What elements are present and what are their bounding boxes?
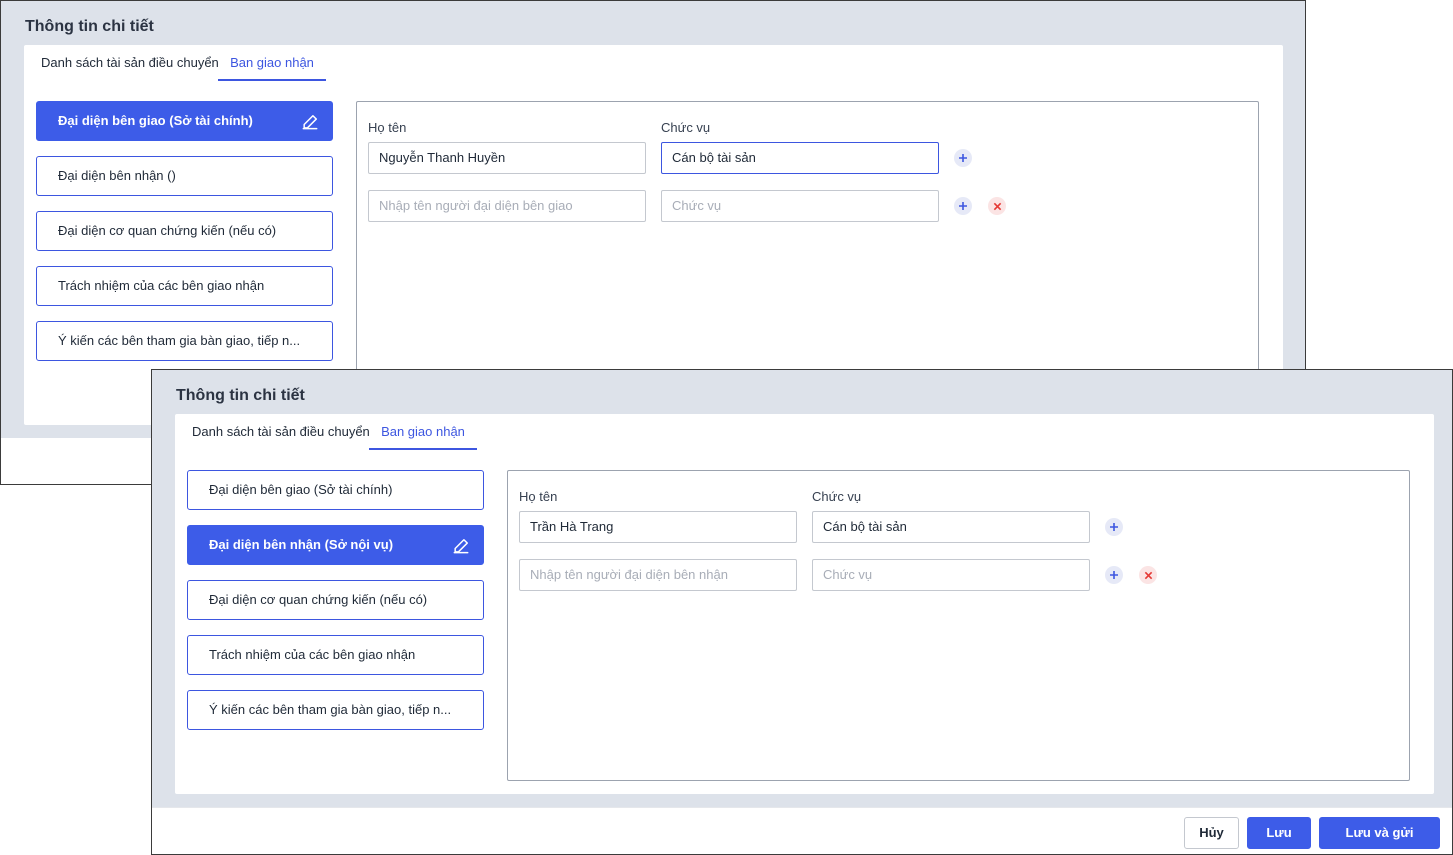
save-button[interactable]: Lưu: [1247, 817, 1311, 849]
panel-title: Thông tin chi tiết: [176, 387, 305, 404]
close-icon: [993, 202, 1001, 210]
detail-card: Danh sách tài sản điều chuyển Ban giao n…: [175, 414, 1434, 794]
tab-bar: Danh sách tài sản điều chuyển Ban giao n…: [24, 45, 1283, 81]
menu-item-opinions[interactable]: Ý kiến các bên tham gia bàn giao, tiếp n…: [187, 690, 484, 730]
position-label: Chức vụ: [661, 120, 711, 135]
tab-handover-board[interactable]: Ban giao nhận: [369, 424, 477, 450]
detail-panel-front: Thông tin chi tiết Danh sách tài sản điề…: [151, 369, 1453, 855]
section-menu: Đại diện bên giao (Sở tài chính) Đại diệ…: [187, 470, 484, 745]
name-label: Họ tên: [368, 120, 407, 135]
remove-row-button[interactable]: [1139, 566, 1157, 584]
detail-card: Danh sách tài sản điều chuyển Ban giao n…: [24, 45, 1283, 431]
footer-bar: Hủy Lưu Lưu và gửi: [152, 807, 1452, 854]
menu-item-giver-rep[interactable]: Đại diện bên giao (Sở tài chính): [187, 470, 484, 510]
menu-item-receiver-rep[interactable]: Đại diện bên nhận (Sở nội vụ): [187, 525, 484, 565]
menu-item-label: Đại diện bên nhận (Sở nội vụ): [209, 537, 394, 552]
panel-title: Thông tin chi tiết: [25, 18, 154, 35]
menu-item-label: Trách nhiệm của các bên giao nhận: [58, 278, 265, 293]
position-field[interactable]: Cán bộ tài sản: [661, 142, 939, 174]
menu-item-responsibilities[interactable]: Trách nhiệm của các bên giao nhận: [36, 266, 333, 306]
representative-form: Họ tên Chức vụ Trần Hà Trang Cán bộ tài …: [507, 470, 1410, 781]
add-row-button[interactable]: [954, 197, 972, 215]
close-icon: [1144, 571, 1152, 579]
menu-item-label: Trách nhiệm của các bên giao nhận: [209, 647, 416, 662]
plus-icon: [959, 202, 967, 210]
menu-item-label: Đại diện bên nhận (): [58, 168, 176, 183]
menu-item-receiver-rep[interactable]: Đại diện bên nhận (): [36, 156, 333, 196]
menu-item-label: Đại diện bên giao (Sở tài chính): [58, 113, 253, 128]
pencil-edit-icon[interactable]: [300, 112, 320, 132]
name-field[interactable]: Trần Hà Trang: [519, 511, 797, 543]
menu-item-label: Đại diện cơ quan chứng kiến (nếu có): [209, 592, 428, 607]
tab-asset-list[interactable]: Danh sách tài sản điều chuyển: [41, 55, 219, 79]
menu-item-label: Ý kiến các bên tham gia bàn giao, tiếp n…: [58, 333, 301, 348]
cancel-button[interactable]: Hủy: [1184, 817, 1239, 849]
add-row-button[interactable]: [1105, 566, 1123, 584]
position-field[interactable]: Chức vụ: [812, 559, 1090, 591]
menu-item-opinions[interactable]: Ý kiến các bên tham gia bàn giao, tiếp n…: [36, 321, 333, 361]
position-field[interactable]: Chức vụ: [661, 190, 939, 222]
menu-item-giver-rep[interactable]: Đại diện bên giao (Sở tài chính): [36, 101, 333, 141]
menu-item-responsibilities[interactable]: Trách nhiệm của các bên giao nhận: [187, 635, 484, 675]
name-field[interactable]: Nhập tên người đại diện bên nhận: [519, 559, 797, 591]
tab-asset-list[interactable]: Danh sách tài sản điều chuyển: [192, 424, 370, 448]
plus-icon: [1110, 523, 1118, 531]
name-label: Họ tên: [519, 489, 558, 504]
plus-icon: [959, 154, 967, 162]
menu-item-label: Đại diện bên giao (Sở tài chính): [209, 482, 393, 497]
menu-item-label: Đại diện cơ quan chứng kiến (nếu có): [58, 223, 277, 238]
position-label: Chức vụ: [812, 489, 862, 504]
add-row-button[interactable]: [1105, 518, 1123, 536]
remove-row-button[interactable]: [988, 197, 1006, 215]
plus-icon: [1110, 571, 1118, 579]
tab-bar: Danh sách tài sản điều chuyển Ban giao n…: [175, 414, 1434, 450]
name-field[interactable]: Nhập tên người đại diện bên giao: [368, 190, 646, 222]
menu-item-witness-rep[interactable]: Đại diện cơ quan chứng kiến (nếu có): [36, 211, 333, 251]
menu-item-label: Ý kiến các bên tham gia bàn giao, tiếp n…: [209, 702, 452, 717]
pencil-edit-icon[interactable]: [451, 536, 471, 556]
save-and-send-button[interactable]: Lưu và gửi: [1319, 817, 1440, 849]
name-field[interactable]: Nguyễn Thanh Huyền: [368, 142, 646, 174]
tab-handover-board[interactable]: Ban giao nhận: [218, 55, 326, 81]
section-menu: Đại diện bên giao (Sở tài chính) Đại diệ…: [36, 101, 333, 376]
add-row-button[interactable]: [954, 149, 972, 167]
menu-item-witness-rep[interactable]: Đại diện cơ quan chứng kiến (nếu có): [187, 580, 484, 620]
position-field[interactable]: Cán bộ tài sản: [812, 511, 1090, 543]
